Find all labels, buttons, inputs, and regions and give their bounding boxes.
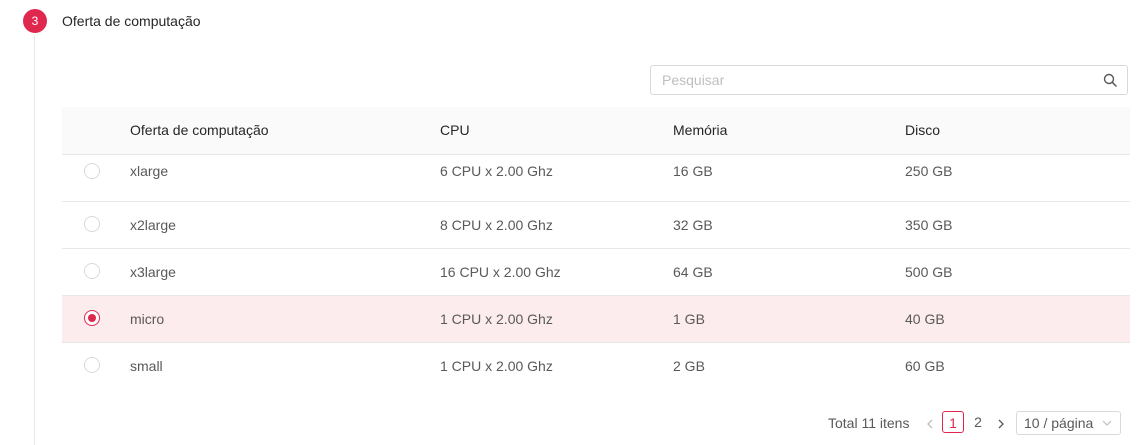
compute-offering-table: Oferta de computação CPU Memória Disco x…: [62, 107, 1130, 389]
row-radio-button[interactable]: [84, 263, 100, 279]
cpu-value: 16 CPU x 2.00 Ghz: [440, 264, 561, 280]
search-icon[interactable]: [1103, 73, 1117, 87]
memory-value: 32 GB: [673, 217, 713, 233]
disk-value: 350 GB: [905, 217, 953, 233]
table-row[interactable]: x3large 16 CPU x 2.00 Ghz 64 GB 500 GB: [62, 249, 1130, 296]
table-row[interactable]: xlarge 6 CPU x 2.00 Ghz 16 GB 250 GB: [62, 155, 1130, 202]
step-number-badge: 3: [23, 9, 47, 33]
search-input[interactable]: [651, 66, 1102, 94]
step-connector-line: [34, 36, 35, 445]
table-row[interactable]: x2large 8 CPU x 2.00 Ghz 32 GB 350 GB: [62, 202, 1130, 249]
prev-page-button[interactable]: [922, 411, 938, 435]
cpu-value: 8 CPU x 2.00 Ghz: [440, 217, 553, 233]
page-size-value: 10 / página: [1024, 415, 1094, 431]
disk-value: 40 GB: [905, 311, 945, 327]
column-header-disk: Disco: [905, 122, 941, 138]
table-row-selected[interactable]: micro 1 CPU x 2.00 Ghz 1 GB 40 GB: [62, 296, 1130, 343]
row-radio-button[interactable]: [84, 163, 100, 179]
cpu-value: 6 CPU x 2.00 Ghz: [440, 163, 553, 179]
compute-offering-step: 3 Oferta de computação Oferta de computa…: [0, 0, 1140, 445]
cpu-value: 1 CPU x 2.00 Ghz: [440, 358, 553, 374]
column-header-cpu: CPU: [440, 122, 470, 138]
offering-name: micro: [130, 311, 165, 327]
memory-value: 16 GB: [673, 163, 713, 179]
offering-name: xlarge: [130, 163, 169, 179]
page-item-2[interactable]: 2: [967, 411, 989, 433]
row-radio-button-checked[interactable]: [84, 310, 100, 326]
cpu-value: 1 CPU x 2.00 Ghz: [440, 311, 553, 327]
pagination-total: Total 11 itens: [828, 415, 910, 431]
page-item-1[interactable]: 1: [942, 411, 964, 433]
memory-value: 64 GB: [673, 264, 713, 280]
row-radio-button[interactable]: [84, 357, 100, 373]
offering-name: small: [130, 358, 163, 374]
chevron-right-icon: [998, 419, 1004, 429]
page-size-select[interactable]: 10 / página: [1016, 411, 1121, 435]
memory-value: 1 GB: [673, 311, 705, 327]
step-title: Oferta de computação: [62, 13, 201, 29]
row-radio-button[interactable]: [84, 216, 100, 232]
column-header-memory: Memória: [673, 122, 728, 138]
table-header: Oferta de computação CPU Memória Disco: [62, 107, 1130, 155]
offering-name: x2large: [130, 217, 176, 233]
disk-value: 60 GB: [905, 358, 945, 374]
next-page-button[interactable]: [993, 411, 1009, 435]
chevron-left-icon: [927, 419, 933, 429]
table-row[interactable]: small 1 CPU x 2.00 Ghz 2 GB 60 GB: [62, 343, 1130, 389]
disk-value: 250 GB: [905, 163, 953, 179]
disk-value: 500 GB: [905, 264, 953, 280]
offering-name: x3large: [130, 264, 176, 280]
chevron-down-icon: [1102, 420, 1112, 426]
column-header-offering: Oferta de computação: [130, 122, 269, 138]
search-box: [650, 65, 1128, 95]
memory-value: 2 GB: [673, 358, 705, 374]
